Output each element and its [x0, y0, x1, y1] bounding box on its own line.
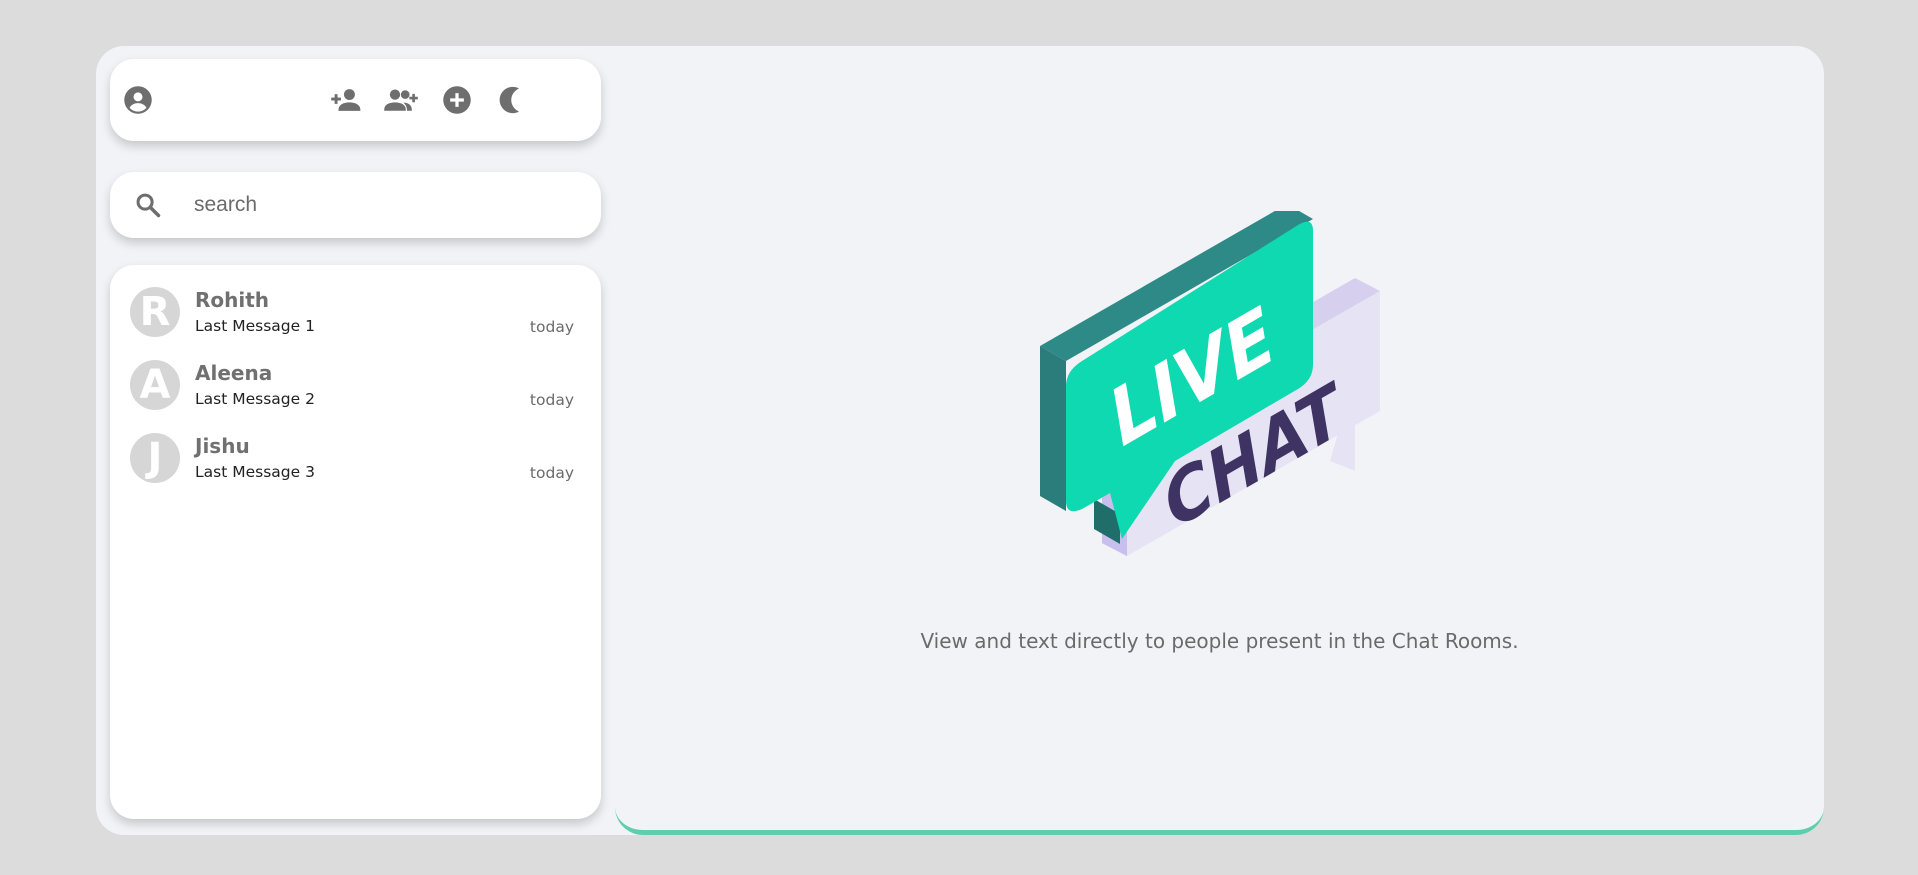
chat-list-item[interactable]: R Rohith Last Message 1 today	[110, 287, 601, 349]
live-chat-logo: CHAT LIVE	[1040, 211, 1380, 556]
avatar: J	[130, 433, 180, 483]
search-input[interactable]	[194, 186, 574, 224]
app-window: R Rohith Last Message 1 today A Aleena L…	[96, 46, 1824, 835]
chat-list: R Rohith Last Message 1 today A Aleena L…	[110, 265, 601, 819]
main-panel: CHAT LIVE View and text directly to peop…	[615, 46, 1824, 835]
search-icon[interactable]	[134, 191, 162, 219]
sidebar-toolbar	[110, 59, 601, 141]
message-time: today	[529, 391, 574, 409]
search-bar	[110, 172, 601, 238]
profile-icon[interactable]	[119, 81, 157, 119]
tagline-text: View and text directly to people present…	[920, 629, 1519, 653]
message-time: today	[529, 464, 574, 482]
add-circle-icon[interactable]	[438, 81, 476, 119]
avatar: A	[130, 360, 180, 410]
last-message: Last Message 3	[195, 463, 315, 481]
sidebar: R Rohith Last Message 1 today A Aleena L…	[110, 59, 601, 822]
add-group-icon[interactable]	[382, 81, 420, 119]
last-message: Last Message 2	[195, 390, 315, 408]
contact-name: Aleena	[195, 361, 273, 385]
chat-list-item[interactable]: J Jishu Last Message 3 today	[110, 433, 601, 495]
add-contact-icon[interactable]	[328, 81, 366, 119]
last-message: Last Message 1	[195, 317, 315, 335]
message-time: today	[529, 318, 574, 336]
contact-name: Jishu	[195, 434, 250, 458]
contact-name: Rohith	[195, 288, 270, 312]
dark-mode-icon[interactable]	[490, 81, 528, 119]
avatar: R	[130, 287, 180, 337]
chat-list-item[interactable]: A Aleena Last Message 2 today	[110, 360, 601, 422]
